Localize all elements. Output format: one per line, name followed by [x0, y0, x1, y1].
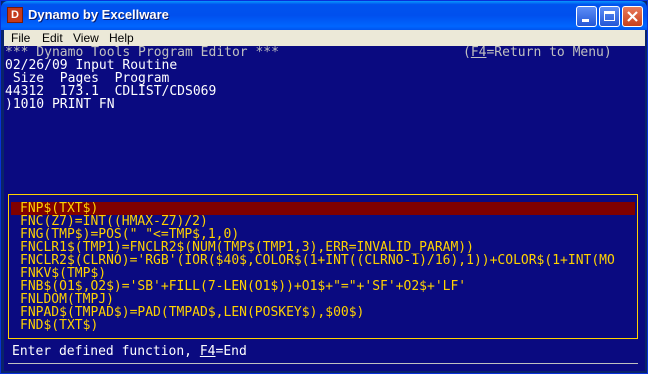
status-prompt: Enter defined function, [12, 344, 200, 359]
command-line[interactable]: )1010 PRINT FN [5, 98, 115, 111]
close-icon [627, 11, 638, 22]
minimize-button[interactable] [576, 6, 597, 27]
app-window: D Dynamo by Excellware File Edit View He… [0, 0, 648, 374]
status-line: Enter defined function, F4=End [12, 345, 247, 358]
function-item[interactable]: FND$(TXT$) [11, 319, 635, 332]
app-icon: D [7, 7, 23, 23]
status-end: =End [215, 344, 247, 359]
menu-edit[interactable]: Edit [42, 31, 63, 45]
minimize-icon [582, 19, 589, 22]
return-hint-text: =Return to Menu) [486, 45, 612, 60]
window-title: Dynamo by Excellware [28, 7, 169, 22]
console-screen[interactable]: *** Dynamo Tools Program Editor *** (F4=… [4, 46, 645, 371]
return-hint: (F4=Return to Menu) [463, 46, 612, 59]
return-hint-open: ( [463, 45, 471, 60]
menu-file[interactable]: File [11, 31, 30, 45]
close-button[interactable] [622, 6, 643, 27]
menu-help[interactable]: Help [109, 31, 134, 45]
menu-view[interactable]: View [73, 31, 99, 45]
maximize-button[interactable] [599, 6, 620, 27]
title-bar[interactable]: D Dynamo by Excellware [1, 1, 647, 30]
bottom-divider [8, 363, 638, 364]
function-item[interactable]: FNPAD$(TMPAD$)=PAD(TMPAD$,LEN(POSKEY$),$… [11, 306, 635, 319]
function-list: FNP$(TXT$) FNC(Z7)=INT((HMAX-Z7)/2) FNG(… [8, 194, 638, 339]
return-hint-key: F4 [470, 45, 487, 60]
status-key: F4 [199, 344, 216, 359]
menu-bar: File Edit View Help [4, 30, 645, 46]
maximize-icon [604, 11, 615, 21]
